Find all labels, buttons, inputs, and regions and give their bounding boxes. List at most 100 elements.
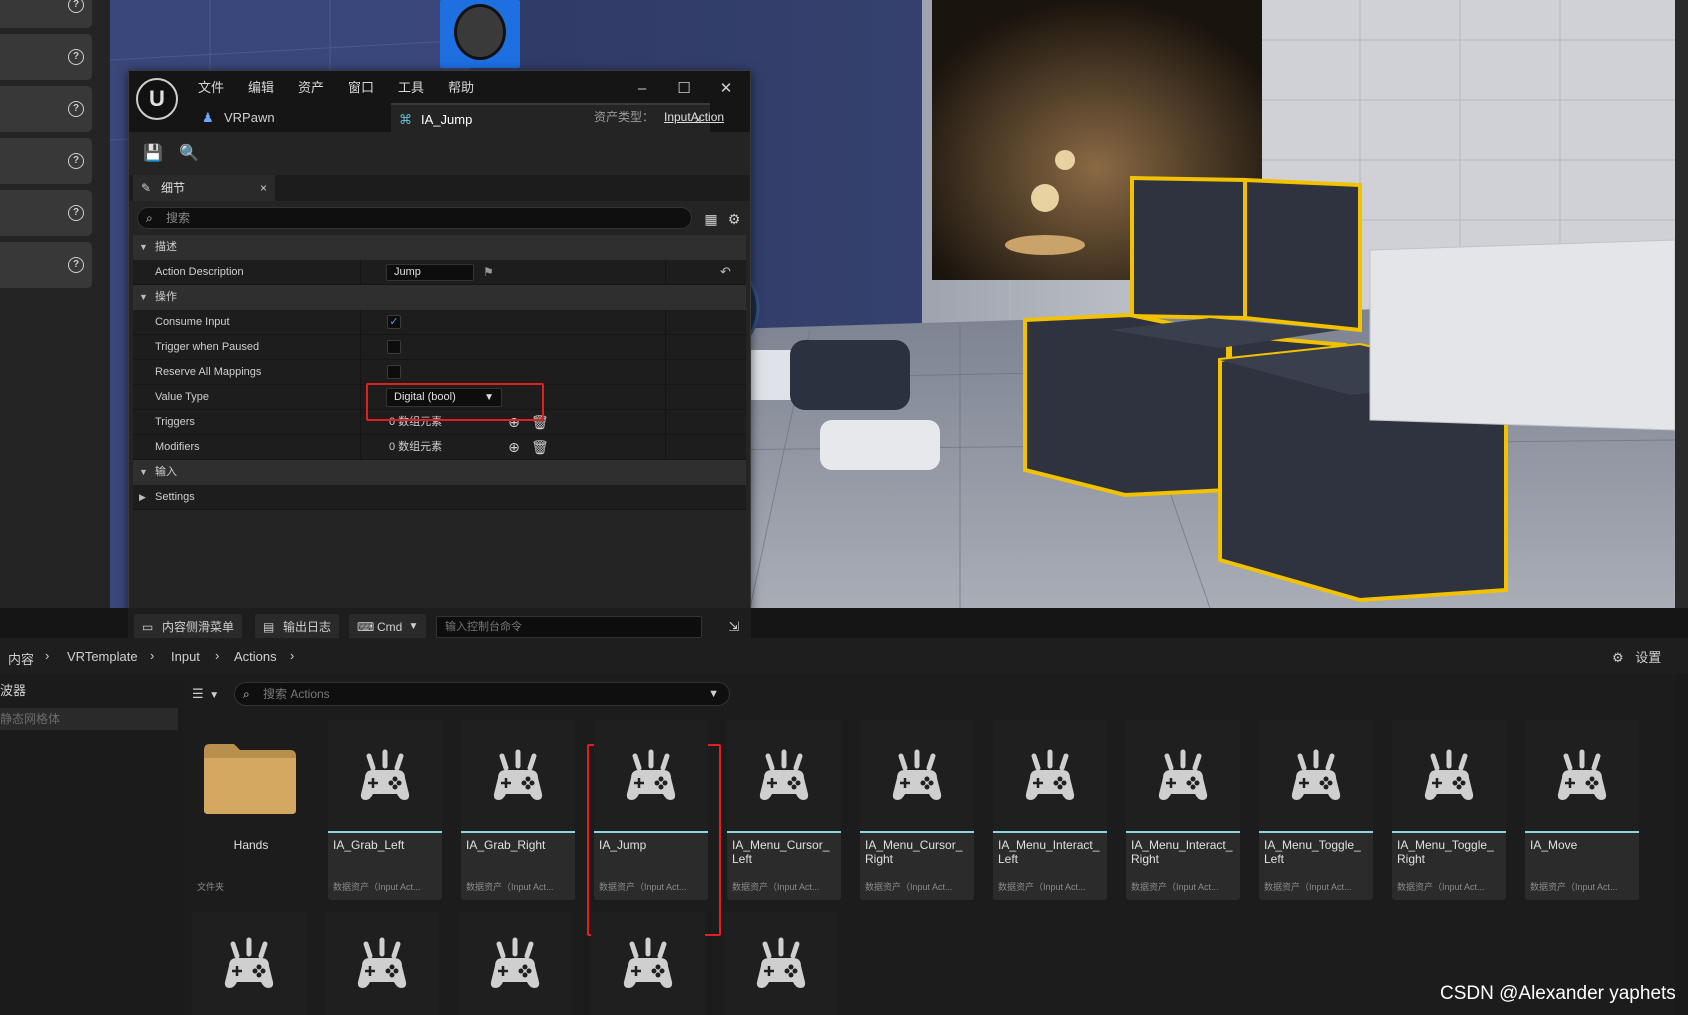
asset-tile[interactable]: IA_Menu_Interact_ Left 数据资产（Input Act... <box>993 720 1107 900</box>
gamepad-icon <box>626 749 676 800</box>
details-search-input[interactable]: ⌕ 搜索 <box>137 207 692 229</box>
browse-asset-icon[interactable]: 🔍 <box>176 141 202 167</box>
asset-tile[interactable] <box>724 912 838 1015</box>
asset-tile[interactable]: IA_Menu_Toggle_ Left 数据资产（Input Act... <box>1259 720 1373 900</box>
breadcrumb-item[interactable]: Actions <box>234 649 277 664</box>
folder-icon <box>204 744 296 814</box>
section-input[interactable]: ▼ 输入 <box>133 460 746 485</box>
asset-color-strip <box>1392 831 1506 833</box>
asset-type: 数据资产（Input Act... <box>1397 882 1485 892</box>
reserve-all-mappings-checkbox[interactable] <box>387 365 401 379</box>
section-label: 操作 <box>155 291 177 303</box>
output-log-button[interactable]: ▤ 输出日志 <box>255 614 340 640</box>
help-icon[interactable]: ? <box>68 257 84 273</box>
reset-arrow-icon[interactable]: ↶ <box>720 260 731 284</box>
settings-label: 设置 <box>1635 650 1662 665</box>
screen: ? ? ? ? ? ? U 文件 编辑 资产 窗口 工具 帮助 – ☐ ✕ ♟ … <box>0 0 1688 1015</box>
search-placeholder: 搜索 Actions <box>263 687 330 701</box>
minimize-icon[interactable]: – <box>632 79 652 99</box>
help-row[interactable]: ? <box>0 138 92 184</box>
asset-tile[interactable]: IA_Grab_Left 数据资产（Input Act... <box>328 720 442 900</box>
help-icon[interactable]: ? <box>68 101 84 117</box>
chevron-right-icon[interactable]: › <box>290 648 294 663</box>
flag-icon[interactable]: ⚑ <box>483 260 494 284</box>
close-icon[interactable]: ✕ <box>716 79 736 99</box>
menu-help[interactable]: 帮助 <box>448 77 474 96</box>
maximize-icon[interactable]: ☐ <box>674 79 694 99</box>
filter-static-mesh[interactable]: 静态网格体 <box>0 708 178 730</box>
asset-tile[interactable]: IA_Grab_Right 数据资产（Input Act... <box>461 720 575 900</box>
table-view-icon[interactable]: ▦ <box>702 210 720 228</box>
cmd-dropdown[interactable]: ⌨ Cmd ▼ <box>349 614 427 640</box>
section-action[interactable]: ▼ 操作 <box>133 285 746 310</box>
add-element-icon[interactable]: ⊕ <box>506 435 522 459</box>
menu-asset[interactable]: 资产 <box>298 77 324 96</box>
help-row[interactable]: ? <box>0 242 92 288</box>
asset-type-link[interactable]: InputAction <box>664 105 724 130</box>
trigger-when-paused-checkbox[interactable] <box>387 340 401 354</box>
collapse-arrow-icon: ▼ <box>139 467 148 477</box>
asset-tile[interactable]: IA_Move 数据资产（Input Act... <box>1525 720 1639 900</box>
details-tab[interactable]: ✎ 细节 × <box>133 175 275 201</box>
help-icon[interactable]: ? <box>68 153 84 169</box>
breadcrumb-item[interactable]: Input <box>171 649 200 664</box>
close-details-icon[interactable]: × <box>260 175 267 201</box>
gamepad-icon: ⌘ <box>399 112 412 127</box>
tab-ia-jump[interactable]: ⌘ IA_Jump × <box>391 103 710 132</box>
help-row[interactable]: ? <box>0 0 92 28</box>
thumbnail <box>461 720 575 832</box>
help-row[interactable]: ? <box>0 86 92 132</box>
asset-tile[interactable] <box>591 912 705 1015</box>
menu-window[interactable]: 窗口 <box>348 77 374 96</box>
gear-icon[interactable]: ⚙ <box>725 210 743 228</box>
consume-input-checkbox[interactable]: ✓ <box>387 315 401 329</box>
menu-file[interactable]: 文件 <box>198 77 224 96</box>
chevron-right-icon[interactable]: › <box>150 648 154 663</box>
asset-tile[interactable]: IA_Menu_Toggle_ Right 数据资产（Input Act... <box>1392 720 1506 900</box>
help-icon[interactable]: ? <box>68 49 84 65</box>
asset-name: IA_Grab_Right <box>466 838 546 852</box>
asset-type: 数据资产（Input Act... <box>1264 882 1352 892</box>
settings-button[interactable]: ⚙ 设置 <box>1612 647 1661 666</box>
asset-type: 数据资产（Input Act... <box>865 882 953 892</box>
breadcrumb-item[interactable]: VRTemplate <box>67 649 138 664</box>
trash-icon[interactable]: 🗑 <box>531 410 549 434</box>
folder-tile[interactable]: Hands 文件夹 <box>192 720 306 900</box>
asset-tile[interactable]: IA_Menu_Interact_ Right 数据资产（Input Act... <box>1126 720 1240 900</box>
help-row[interactable]: ? <box>0 190 92 236</box>
asset-tile[interactable]: IA_Menu_Cursor_ Right 数据资产（Input Act... <box>860 720 974 900</box>
console-input[interactable]: 输入控制台命令 <box>436 616 702 638</box>
value-type-dropdown[interactable]: Digital (bool) ▼ <box>386 388 502 407</box>
help-icon[interactable]: ? <box>68 205 84 221</box>
asset-tile[interactable] <box>325 912 439 1015</box>
save-icon[interactable]: 💾 <box>140 141 166 167</box>
collapse-arrow-icon: ▼ <box>139 292 148 302</box>
console-bar: ▭ 内容侧滑菜单 ▤ 输出日志 ⌨ Cmd ▼ 输入控制台命令 ⇲ <box>0 608 1688 648</box>
add-element-icon[interactable]: ⊕ <box>506 410 522 434</box>
chevron-right-icon[interactable]: › <box>45 648 49 663</box>
asset-tile[interactable] <box>458 912 572 1015</box>
menu-tools[interactable]: 工具 <box>398 77 424 96</box>
breadcrumb-item[interactable]: 内容 <box>8 649 34 668</box>
collapse-arrow-icon: ▼ <box>139 242 148 252</box>
asset-tile[interactable]: IA_Jump 数据资产（Input Act... <box>594 720 708 900</box>
filter-dropdown[interactable]: ☰ ▼ <box>192 683 222 705</box>
thumbnail <box>1525 720 1639 832</box>
asset-tile[interactable] <box>192 912 306 1015</box>
asset-type: 文件夹 <box>197 882 225 892</box>
action-description-field[interactable]: Jump <box>386 264 474 281</box>
section-description[interactable]: ▼ 描述 <box>133 235 746 260</box>
help-row[interactable]: ? <box>0 34 92 80</box>
content-drawer-button[interactable]: ▭ 内容侧滑菜单 <box>134 614 243 640</box>
menu-edit[interactable]: 编辑 <box>248 77 274 96</box>
source-control-icon[interactable]: ⇲ <box>724 616 744 638</box>
camera-actor-icon[interactable] <box>440 0 520 68</box>
window-titlebar[interactable]: U 文件 编辑 资产 窗口 工具 帮助 – ☐ ✕ ♟ VRPawn ⌘ IA_… <box>129 71 750 132</box>
chevron-right-icon[interactable]: › <box>215 648 219 663</box>
asset-search-input[interactable]: ⌕ 搜索 Actions ▼ <box>234 682 730 706</box>
trash-icon[interactable]: 🗑 <box>531 435 549 459</box>
prop-settings[interactable]: ▶ Settings <box>133 485 746 510</box>
help-icon[interactable]: ? <box>68 0 84 13</box>
tab-vrpawn[interactable]: ♟ VRPawn <box>194 103 374 132</box>
asset-tile[interactable]: IA_Menu_Cursor_ Left 数据资产（Input Act... <box>727 720 841 900</box>
